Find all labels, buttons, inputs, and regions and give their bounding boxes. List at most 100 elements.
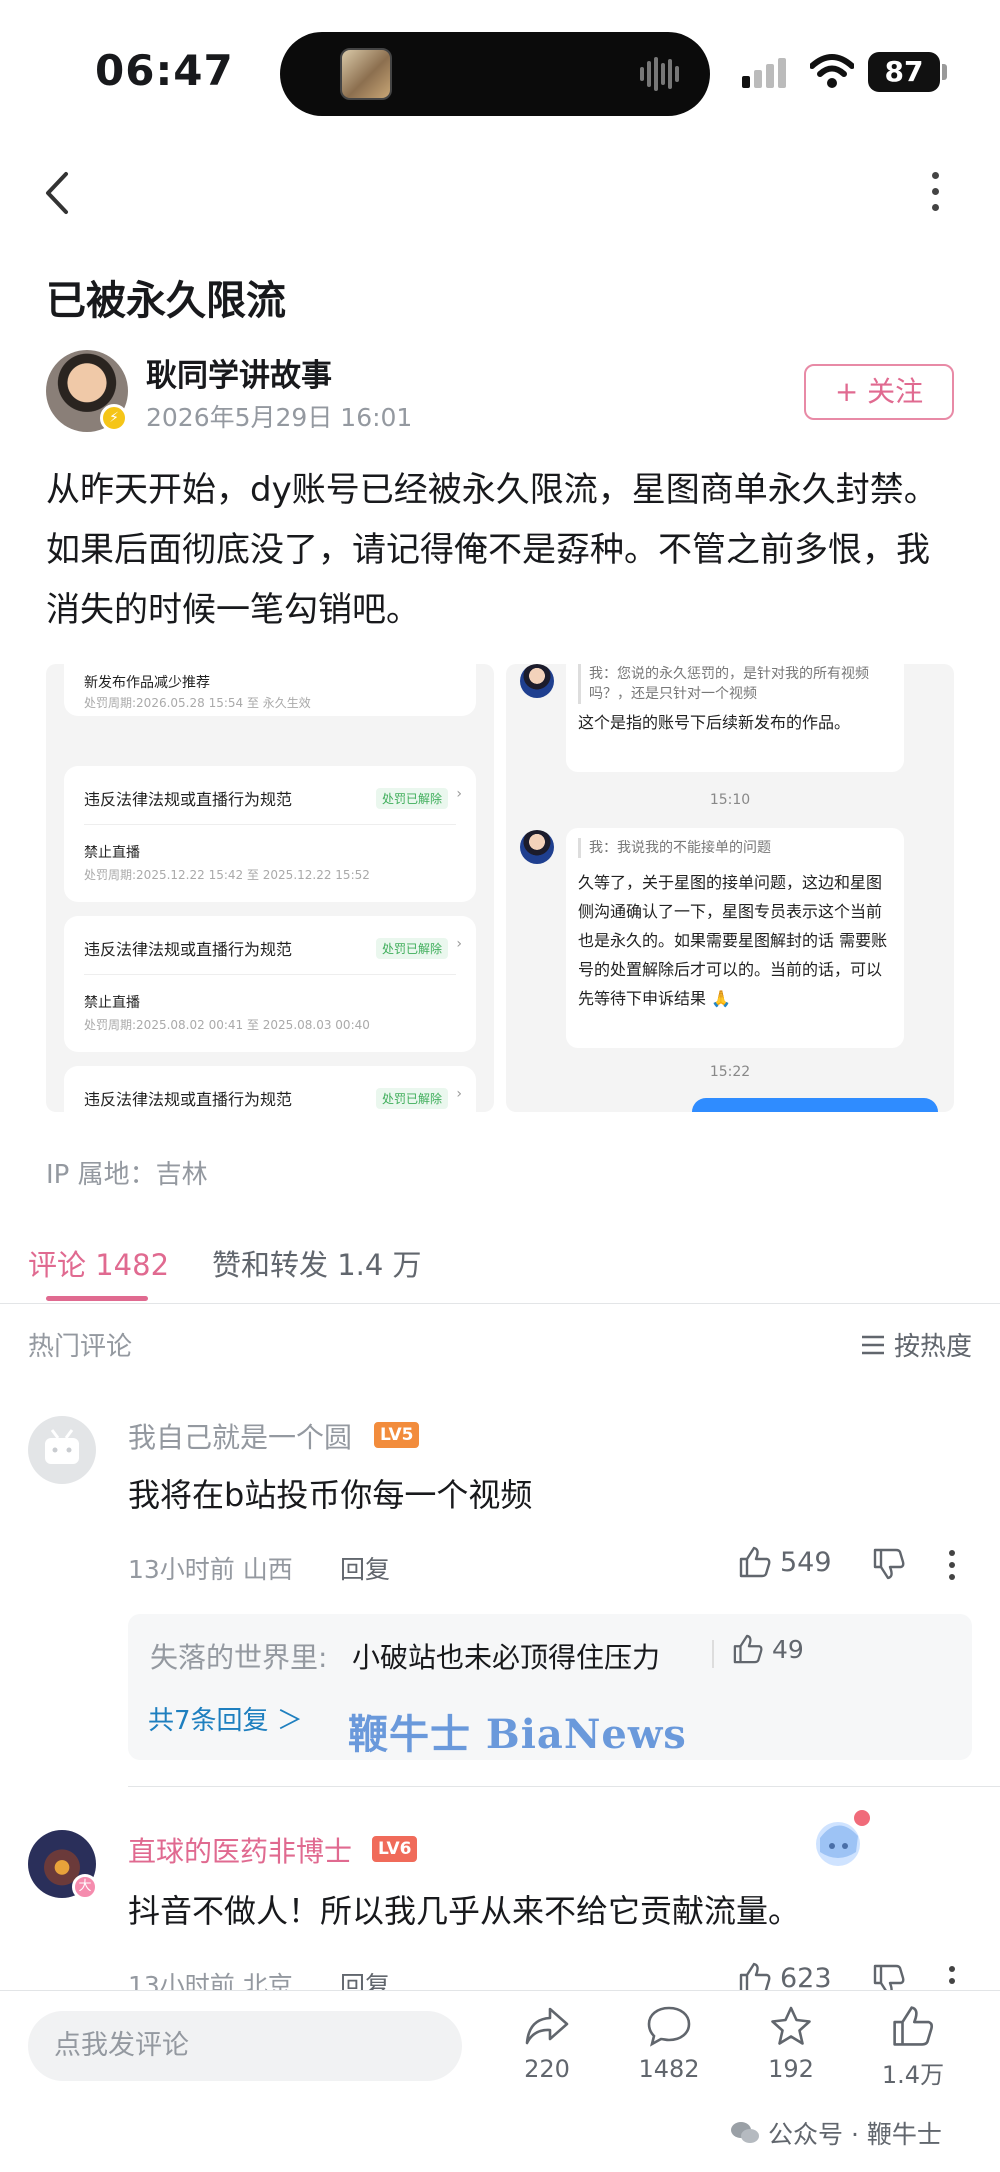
- chat-bubble: 我：您说的永久惩罚的，是针对我的所有视频吗？，还是只针对一个视频 这个是指的账号…: [566, 664, 904, 772]
- quoted-message: 我：我说我的不能接单的问题: [578, 838, 892, 858]
- battery-indicator: 87: [868, 52, 940, 92]
- like-count: 623: [780, 1962, 832, 1994]
- sub-reply-like-button[interactable]: 49: [732, 1634, 804, 1664]
- status-bar: 06:47 87: [0, 0, 1000, 140]
- comment-count: 1482: [638, 2055, 700, 2083]
- comment-tabs: 评论 1482 赞和转发 1.4 万: [0, 1232, 1000, 1304]
- share-icon: [525, 2007, 569, 2045]
- divider: [712, 1640, 714, 1668]
- favorite-button[interactable]: 192: [746, 2005, 836, 2083]
- agent-avatar: [520, 830, 554, 864]
- wifi-icon: [810, 54, 854, 88]
- penalty-card: 违反法律法规或直播行为规范 处罚已解除 ›: [64, 1066, 476, 1112]
- post-date: 2026年5月29日 16:01: [146, 403, 413, 432]
- like-post-button[interactable]: 1.4万: [868, 2005, 958, 2090]
- more-options-icon[interactable]: [930, 172, 940, 211]
- penalty-period: 处罚周期:2026.05.28 15:54 至 永久生效: [84, 696, 311, 710]
- chevron-right-icon: ›: [456, 786, 462, 802]
- thumbs-up-icon: [739, 1546, 771, 1578]
- comment-bubble-icon: [647, 2006, 691, 2047]
- sub-reply-user[interactable]: 失落的世界里:: [150, 1636, 327, 1676]
- post-title: 已被永久限流: [46, 278, 286, 324]
- penalty-status-tag: 处罚已解除: [375, 1088, 448, 1109]
- comment-more-icon[interactable]: [948, 1550, 956, 1580]
- penalty-card: 新发布作品减少推荐 处罚周期:2026.05.28 15:54 至 永久生效: [64, 664, 476, 716]
- penalty-status-tag: 处罚已解除: [375, 788, 448, 809]
- penalty-record-image[interactable]: 新发布作品减少推荐 处罚周期:2026.05.28 15:54 至 永久生效 违…: [46, 664, 494, 1112]
- author-name[interactable]: 耿同学讲故事: [146, 350, 332, 395]
- commenter-name[interactable]: 我自己就是一个圆: [128, 1416, 352, 1456]
- verified-badge-icon: ⚡: [100, 404, 128, 432]
- penalty-item: 新发布作品减少推荐: [84, 675, 210, 691]
- penalty-period: 处罚周期:2025.12.22 15:42 至 2025.12.22 15:52: [84, 868, 370, 882]
- top-nav: [0, 150, 1000, 230]
- comment-time-location: 13小时前 山西: [128, 1555, 293, 1584]
- watermark: 鞭牛士 BiaNews: [348, 1711, 687, 1758]
- commenter-avatar[interactable]: [28, 1416, 96, 1484]
- penalty-header: 违反法律法规或直播行为规范: [84, 790, 293, 809]
- thumbs-up-icon: [733, 1634, 763, 1664]
- sub-reply-like-count: 49: [772, 1634, 804, 1664]
- reply-button[interactable]: 回复: [340, 1550, 390, 1586]
- view-all-replies-link[interactable]: 共7条回复 ＞: [148, 1700, 303, 1737]
- bottom-action-bar: 点我发评论 220 1482 192 1.4万 公众号 · 鞭牛士: [0, 1990, 1000, 2172]
- chevron-right-icon: ›: [456, 1086, 462, 1102]
- hot-comments-label: 热门评论: [28, 1332, 133, 1362]
- quoted-message: 我：您说的永久惩罚的，是针对我的所有视频吗？，还是只针对一个视频: [578, 664, 892, 704]
- chat-message: 这个是指的账号下后续新发布的作品。: [578, 713, 851, 732]
- comment-text: 抖音不做人！所以我几乎从来不给它贡献流量。: [128, 1892, 801, 1930]
- ip-location: IP 属地：吉林: [46, 1160, 208, 1190]
- comment-button[interactable]: 1482: [624, 2005, 714, 2083]
- star-icon: [771, 2006, 811, 2045]
- chevron-right-icon: ›: [456, 936, 462, 952]
- chat-timestamp: 15:10: [709, 792, 751, 808]
- sort-icon: [862, 1335, 884, 1354]
- level-badge: LV6: [372, 1836, 418, 1862]
- wechat-icon: [731, 2122, 759, 2143]
- tab-likes-reposts[interactable]: 赞和转发 1.4 万: [212, 1242, 422, 1284]
- active-tab-indicator: [46, 1296, 148, 1301]
- penalty-card: 违反法律法规或直播行为规范 处罚已解除 › 禁止直播 处罚周期:2025.08.…: [64, 916, 476, 1052]
- user-chat-bubble: [692, 1098, 938, 1112]
- comment-divider: [128, 1786, 1000, 1787]
- chat-message: 久等了，关于星图的接单问题，这边和星图侧沟通确认了一下，星图专员表示这个当前也是…: [578, 873, 888, 1008]
- fan-badge-sticker: [816, 1810, 870, 1866]
- vip-badge-icon: 大: [72, 1874, 98, 1900]
- battery-cap: [942, 64, 947, 80]
- like-count: 549: [780, 1546, 832, 1578]
- post-body: 从昨天开始，dy账号已经被永久限流，星图商单永久封禁。如果后面彻底没了，请记得俺…: [46, 470, 938, 630]
- comment-text: 我将在b站投币你每一个视频: [128, 1476, 533, 1514]
- sort-label: 按热度: [894, 1332, 973, 1362]
- status-time: 06:47: [95, 46, 234, 95]
- sort-by-hot-button[interactable]: 按热度: [860, 1326, 972, 1363]
- like-button[interactable]: 549: [738, 1546, 832, 1578]
- cellular-signal-icon: [742, 58, 786, 88]
- chat-bubble: 我：我说我的不能接单的问题 久等了，关于星图的接单问题，这边和星图侧沟通确认了一…: [566, 828, 904, 1048]
- favorite-count: 192: [768, 2055, 814, 2083]
- follow-button[interactable]: + 关注: [804, 364, 954, 420]
- like-count: 1.4万: [881, 2061, 945, 2089]
- post-images[interactable]: 新发布作品减少推荐 处罚周期:2026.05.28 15:54 至 永久生效 违…: [46, 664, 954, 1112]
- penalty-header: 违反法律法规或直播行为规范: [84, 940, 293, 959]
- thumbs-up-icon: [893, 2006, 934, 2046]
- official-account-label: 公众号 · 鞭牛士: [768, 2120, 942, 2149]
- penalty-header: 违反法律法规或直播行为规范: [84, 1090, 293, 1109]
- penalty-item: 禁止直播: [84, 995, 140, 1011]
- back-arrow-icon[interactable]: [42, 170, 72, 216]
- chat-timestamp: 15:22: [709, 1064, 751, 1080]
- now-playing-artwork[interactable]: [340, 48, 392, 100]
- support-chat-image[interactable]: 我：您说的永久惩罚的，是针对我的所有视频吗？，还是只针对一个视频 这个是指的账号…: [506, 664, 954, 1112]
- thumbs-down-icon[interactable]: [872, 1548, 906, 1580]
- tab-comments[interactable]: 评论 1482: [28, 1242, 169, 1284]
- official-account-watermark: 公众号 · 鞭牛士: [730, 2115, 942, 2151]
- agent-avatar: [520, 664, 554, 698]
- penalty-item: 禁止直播: [84, 845, 140, 861]
- share-count: 220: [524, 2055, 570, 2083]
- commenter-name[interactable]: 直球的医药非博士: [128, 1830, 352, 1870]
- level-badge: LV5: [374, 1422, 420, 1448]
- comment-input[interactable]: 点我发评论: [28, 2011, 462, 2081]
- penalty-period: 处罚周期:2025.08.02 00:41 至 2025.08.03 00:40: [84, 1018, 370, 1032]
- share-button[interactable]: 220: [502, 2005, 592, 2083]
- penalty-card: 违反法律法规或直播行为规范 处罚已解除 › 禁止直播 处罚周期:2025.12.…: [64, 766, 476, 902]
- penalty-status-tag: 处罚已解除: [375, 938, 448, 959]
